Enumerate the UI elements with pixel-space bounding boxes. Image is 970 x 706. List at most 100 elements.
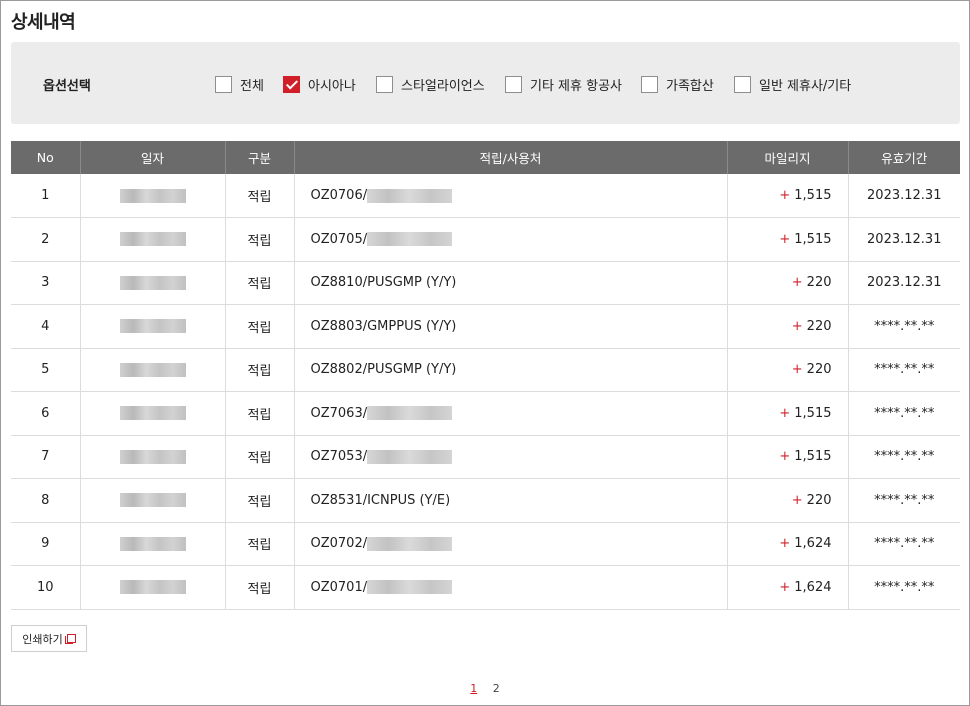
- pagination: 1 2: [0, 682, 970, 695]
- description-text: OZ8810/PUSGMP (Y/Y): [310, 275, 457, 291]
- mileage-value: 1,624: [794, 536, 832, 552]
- checkbox-general-partners[interactable]: [734, 75, 751, 93]
- mileage-sign: +: [779, 579, 791, 595]
- checkbox-family[interactable]: [641, 75, 658, 93]
- cell-no: 5: [11, 348, 81, 392]
- table-row: 5 적립 OZ8802/PUSGMP (Y/Y) +220 ****.**.**: [11, 348, 960, 392]
- cell-no: 10: [11, 565, 81, 610]
- cell-type: 적립: [225, 522, 295, 566]
- page-link-1[interactable]: 1: [470, 682, 477, 695]
- mileage-value: 1,515: [794, 231, 832, 247]
- table-body: 1 적립 OZ0706/+1,515 2023.12.31 2 적립 OZ0705/+1,5…: [11, 174, 960, 610]
- option-general-partners-label: 일반 제휴사/기타: [759, 78, 852, 94]
- option-star-alliance-label: 스타얼라이언스: [401, 78, 485, 94]
- redacted-description: [367, 406, 453, 421]
- option-general-partners[interactable]: 일반 제휴사/기타: [734, 75, 852, 94]
- checkbox-all[interactable]: [215, 75, 232, 93]
- table-row: 4 적립 OZ8803/GMPPUS (Y/Y) +220 ****.**.**: [11, 304, 960, 349]
- checkbox-star-alliance[interactable]: [376, 75, 393, 93]
- option-asiana[interactable]: 아시아나: [283, 75, 356, 94]
- mileage-table: No 일자 구분 적립/사용처 마일리지 유효기간 1 적립 OZ0706/ +1,5…: [11, 141, 960, 610]
- cell-description: OZ0702/: [294, 522, 728, 566]
- cell-expiry: ****.**.**: [848, 565, 960, 610]
- cell-date: [80, 435, 226, 479]
- cell-description: OZ8810/PUSGMP (Y/Y): [294, 261, 728, 305]
- option-all[interactable]: 전체: [215, 75, 264, 94]
- cell-type: 적립: [225, 304, 295, 349]
- table-row: 10 적립 OZ0701/+1,624 ****.**.**: [11, 565, 960, 610]
- cell-type: 적립: [225, 435, 295, 479]
- cell-expiry: ****.**.**: [848, 391, 960, 436]
- cell-mileage: +1,515: [727, 391, 849, 436]
- description-text: OZ8803/GMPPUS (Y/Y): [310, 318, 457, 334]
- cell-description: OZ8803/GMPPUS (Y/Y): [294, 304, 728, 349]
- print-button-label: 인쇄하기: [22, 632, 63, 646]
- cell-no: 7: [11, 435, 81, 479]
- option-star-alliance[interactable]: 스타얼라이언스: [376, 75, 485, 94]
- mileage-value: 220: [806, 492, 832, 508]
- checkbox-other-airlines[interactable]: [505, 75, 522, 93]
- redacted-date: [119, 536, 186, 551]
- redacted-date: [119, 232, 186, 247]
- cell-date: [80, 348, 226, 392]
- cell-mileage: +1,515: [727, 217, 849, 262]
- cell-no: 2: [11, 217, 81, 262]
- mileage-value: 220: [806, 275, 832, 291]
- option-other-airlines[interactable]: 기타 제휴 항공사: [505, 75, 622, 94]
- option-all-label: 전체: [240, 78, 264, 94]
- redacted-description: [367, 536, 453, 551]
- mileage-value: 1,515: [794, 188, 832, 203]
- cell-description: OZ0705/: [294, 217, 728, 262]
- page-title: 상세내역: [11, 12, 76, 33]
- column-header-type: 구분: [225, 141, 295, 174]
- cell-date: [80, 261, 226, 305]
- redacted-date: [119, 188, 186, 203]
- description-text: OZ7063/: [310, 405, 368, 421]
- page-link-2[interactable]: 2: [493, 682, 500, 695]
- print-button[interactable]: 인쇄하기: [11, 625, 87, 652]
- cell-expiry: 2023.12.31: [848, 217, 960, 262]
- cell-date: [80, 391, 226, 436]
- column-header-mileage: 마일리지: [727, 141, 849, 174]
- mileage-value: 220: [806, 318, 832, 334]
- cell-date: [80, 304, 226, 349]
- option-family[interactable]: 가족합산: [641, 75, 714, 94]
- cell-mileage: +1,515: [727, 174, 849, 218]
- description-text: OZ8531/ICNPUS (Y/E): [310, 492, 451, 508]
- table-row: 1 적립 OZ0706/+1,515 2023.12.31: [11, 174, 960, 218]
- cell-expiry: ****.**.**: [848, 304, 960, 349]
- checkbox-asiana[interactable]: [283, 75, 300, 93]
- mileage-sign: +: [791, 492, 803, 508]
- redacted-description: [367, 580, 453, 595]
- mileage-sign: +: [791, 362, 803, 378]
- redacted-date: [119, 580, 186, 595]
- cell-date: [80, 478, 226, 523]
- mileage-sign: +: [791, 275, 803, 291]
- cell-expiry: ****.**.**: [848, 348, 960, 392]
- cell-type: 적립: [225, 217, 295, 262]
- cell-type: 적립: [225, 391, 295, 436]
- cell-no: 1: [11, 174, 81, 218]
- cell-mileage: +1,624: [727, 522, 849, 566]
- column-header-date: 일자: [80, 141, 226, 174]
- cell-description: OZ8531/ICNPUS (Y/E): [294, 478, 728, 523]
- mileage-value: 1,515: [794, 405, 832, 421]
- cell-expiry: ****.**.**: [848, 478, 960, 523]
- cell-description: OZ0701/: [294, 565, 728, 610]
- cell-no: 8: [11, 478, 81, 523]
- mileage-value: 1,515: [794, 449, 832, 465]
- cell-expiry: 2023.12.31: [848, 261, 960, 305]
- description-text: OZ0701/: [310, 579, 368, 595]
- table-row: 6 적립 OZ7063/+1,515 ****.**.**: [11, 391, 960, 436]
- cell-date: [80, 217, 226, 262]
- redacted-date: [119, 449, 186, 464]
- redacted-date: [119, 493, 186, 508]
- cell-expiry: 2023.12.31: [848, 174, 960, 218]
- cell-date: [80, 174, 226, 218]
- mileage-sign: +: [791, 318, 803, 334]
- cell-mileage: +220: [727, 348, 849, 392]
- cell-description: OZ7053/: [294, 435, 728, 479]
- description-text: OZ7053/: [310, 449, 368, 465]
- cell-type: 적립: [225, 565, 295, 610]
- table-row: 7 적립 OZ7053/+1,515 ****.**.**: [11, 435, 960, 479]
